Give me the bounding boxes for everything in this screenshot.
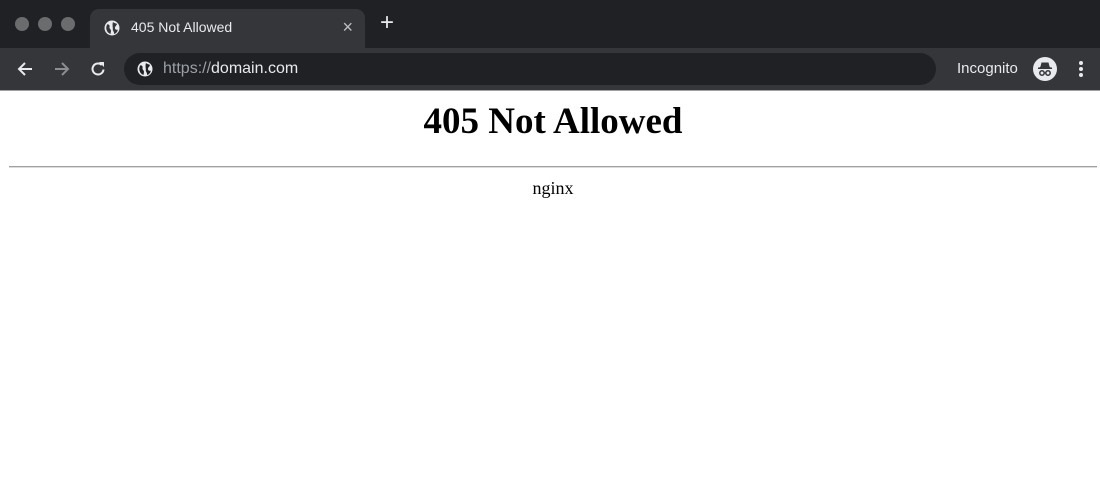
window-controls (15, 17, 75, 31)
error-heading: 405 Not Allowed (423, 101, 683, 142)
site-info-icon[interactable] (137, 61, 153, 77)
close-window-button[interactable] (15, 17, 29, 31)
arrow-right-icon (55, 62, 70, 76)
incognito-label: Incognito (957, 60, 1018, 77)
close-tab-icon[interactable]: × (342, 17, 353, 38)
globe-icon (104, 20, 120, 36)
url-text[interactable]: https://domain.com (163, 60, 298, 78)
tab-strip: 405 Not Allowed × + (0, 0, 1100, 48)
toolbar: https://domain.com Incognito (0, 48, 1100, 91)
new-tab-button[interactable]: + (380, 11, 394, 35)
url-host: domain.com (211, 60, 299, 77)
tab-title: 405 Not Allowed (131, 19, 233, 35)
forward-button[interactable] (50, 57, 74, 81)
back-button[interactable] (13, 57, 37, 81)
address-bar[interactable]: https://domain.com (124, 53, 936, 85)
tab-active[interactable]: 405 Not Allowed × (90, 9, 365, 48)
server-signature: nginx (532, 178, 574, 198)
maximize-window-button[interactable] (61, 17, 75, 31)
more-vertical-icon[interactable] (1074, 59, 1088, 79)
arrow-left-icon (17, 62, 32, 76)
url-scheme: https:// (163, 60, 212, 77)
reload-icon (91, 62, 105, 76)
incognito-icon[interactable] (1033, 57, 1057, 81)
minimize-window-button[interactable] (38, 17, 52, 31)
reload-button[interactable] (86, 57, 110, 81)
divider (9, 166, 1097, 168)
